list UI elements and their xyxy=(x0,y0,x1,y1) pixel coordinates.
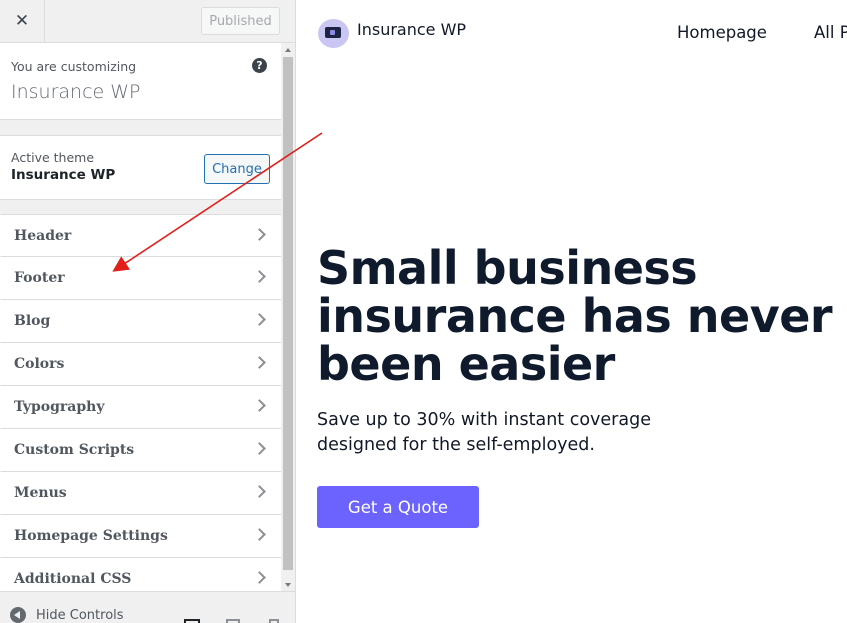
panel-blog[interactable]: Blog xyxy=(0,300,281,343)
sidebar-scrollbar[interactable] xyxy=(281,43,295,591)
collapse-sidebar-icon[interactable] xyxy=(10,607,26,623)
panel-colors[interactable]: Colors xyxy=(0,343,281,386)
nav-link-all[interactable]: All P xyxy=(814,23,847,42)
panel-label: Footer xyxy=(14,270,65,286)
chevron-right-icon xyxy=(253,228,266,241)
site-info-section: You are customizing Insurance WP ? xyxy=(0,43,281,120)
active-theme-section: Active theme Insurance WP Change xyxy=(0,135,281,200)
panel-homepage-settings[interactable]: Homepage Settings xyxy=(0,515,281,558)
panel-additional-css[interactable]: Additional CSS xyxy=(0,558,281,591)
close-icon[interactable]: ✕ xyxy=(0,0,45,42)
hero-subtitle: Save up to 30% with instant coverage des… xyxy=(317,410,651,455)
panel-label: Header xyxy=(14,228,72,244)
help-icon[interactable]: ? xyxy=(252,58,267,73)
chevron-right-icon xyxy=(253,270,266,283)
scroll-up-icon[interactable] xyxy=(285,48,291,52)
chevron-right-icon xyxy=(253,528,266,541)
site-preview: Insurance WP Homepage All P Small busine… xyxy=(296,0,847,623)
panel-label: Blog xyxy=(14,313,51,329)
chevron-right-icon xyxy=(253,485,266,498)
customizing-label: You are customizing xyxy=(11,59,137,74)
chevron-right-icon xyxy=(253,313,266,326)
panel-label: Menus xyxy=(14,485,67,501)
active-theme-label: Active theme xyxy=(11,150,95,165)
panel-footer[interactable]: Footer xyxy=(0,257,281,300)
panel-list: Header Footer Blog Colors Typography Cus… xyxy=(0,214,281,591)
customizer-panels-scroll[interactable]: You are customizing Insurance WP ? Activ… xyxy=(0,43,281,591)
change-theme-button[interactable]: Change xyxy=(204,154,270,184)
panel-label: Colors xyxy=(14,356,65,372)
chevron-right-icon xyxy=(253,442,266,455)
hero-heading: Small business insurance has never been … xyxy=(317,241,833,391)
panel-label: Homepage Settings xyxy=(14,528,168,544)
scrollbar-thumb[interactable] xyxy=(283,57,293,570)
tablet-preview-icon[interactable] xyxy=(226,619,240,623)
hide-controls-button[interactable]: Hide Controls xyxy=(36,608,124,623)
panel-typography[interactable]: Typography xyxy=(0,386,281,429)
customizer-sidebar: ✕ Published You are customizing Insuranc… xyxy=(0,0,296,623)
get-quote-button[interactable]: Get a Quote xyxy=(317,486,479,528)
panel-header[interactable]: Header xyxy=(0,214,281,257)
chevron-right-icon xyxy=(253,571,266,584)
chevron-right-icon xyxy=(253,399,266,412)
panel-label: Custom Scripts xyxy=(14,442,135,458)
site-logo-icon[interactable] xyxy=(318,19,349,48)
chevron-right-icon xyxy=(253,356,266,369)
mobile-preview-icon[interactable] xyxy=(269,619,279,623)
desktop-preview-icon[interactable] xyxy=(184,619,200,623)
scroll-down-icon[interactable] xyxy=(285,583,291,587)
panel-custom-scripts[interactable]: Custom Scripts xyxy=(0,429,281,472)
panel-label: Typography xyxy=(14,399,105,415)
published-button[interactable]: Published xyxy=(201,7,280,35)
active-theme-name: Insurance WP xyxy=(11,167,116,183)
site-name: Insurance WP xyxy=(11,81,141,103)
customizer-footer: Hide Controls xyxy=(0,591,295,623)
panel-label: Additional CSS xyxy=(14,571,132,587)
customizer-header: ✕ Published xyxy=(0,0,295,43)
site-title[interactable]: Insurance WP xyxy=(357,20,466,39)
nav-link-homepage[interactable]: Homepage xyxy=(677,23,767,42)
panel-menus[interactable]: Menus xyxy=(0,472,281,515)
